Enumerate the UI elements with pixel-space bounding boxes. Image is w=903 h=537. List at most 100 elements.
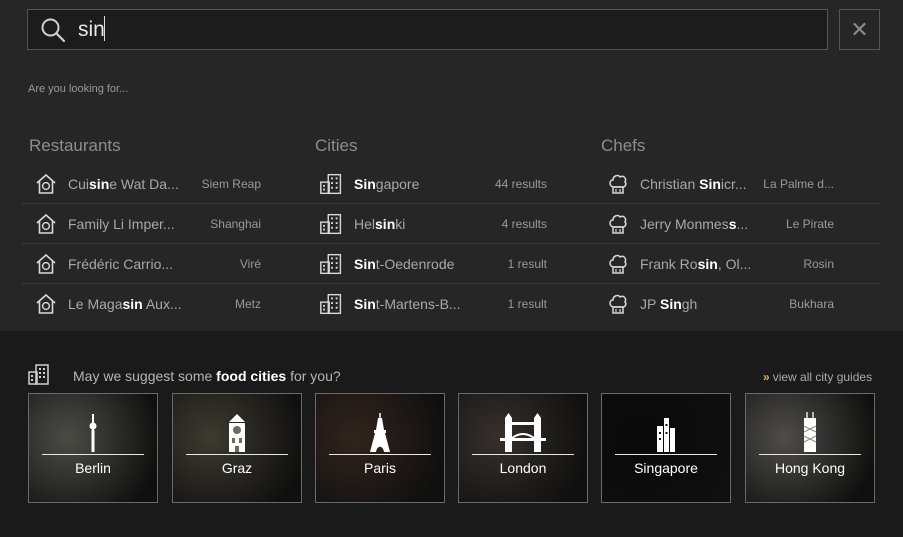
restaurants-result-item[interactable]: Frédéric Carrio... Viré <box>22 244 308 284</box>
cities-result-item[interactable]: Sint-Martens-B... 1 result <box>308 284 594 324</box>
result-name-text: JP <box>640 296 660 312</box>
result-meta: Siem Reap <box>201 176 261 191</box>
city-card[interactable]: Paris <box>315 393 445 503</box>
result-name: Sint-Oedenrode <box>354 256 454 272</box>
chefs-result-item[interactable]: JP Singh Bukhara <box>594 284 881 324</box>
cities-result-item[interactable]: Singapore 44 results <box>308 164 594 204</box>
result-meta: Rosin <box>803 256 834 271</box>
close-button[interactable]: ✕ <box>839 9 880 50</box>
suggest-text-pre: May we suggest some <box>73 368 217 384</box>
result-meta: 1 result <box>507 297 547 311</box>
restaurant-icon <box>32 212 60 236</box>
city-card-name: London <box>499 460 547 476</box>
search-bar[interactable] <box>27 9 828 50</box>
result-name: JP Singh <box>640 296 697 312</box>
result-name-text: e Wat Da... <box>109 175 179 192</box>
city-card-divider <box>615 454 717 455</box>
result-name-text: Hel <box>354 215 376 232</box>
result-name-text: t-Oedenrode <box>375 255 455 272</box>
cities-result-item[interactable]: Helsinki 4 results <box>308 204 594 244</box>
city-card-name: Hong Kong <box>774 460 846 476</box>
tower-bridge-icon <box>459 412 587 452</box>
result-name-text: Frank Ro <box>640 255 698 272</box>
search-icon <box>41 18 66 43</box>
result-meta: 4 results <box>501 216 547 231</box>
city-icon <box>318 212 346 236</box>
restaurant-icon <box>32 292 60 316</box>
result-name: Frank Rosin, Ol... <box>640 256 751 272</box>
result-name-text: ... <box>736 215 749 232</box>
result-name: Singapore <box>354 176 419 192</box>
result-meta: 1 result <box>507 256 547 271</box>
result-name-match: sin <box>122 296 143 312</box>
result-name: Family Li Imper... <box>68 216 175 232</box>
city-buildings-icon <box>28 364 49 385</box>
result-name-text: icr... <box>720 175 747 192</box>
city-card[interactable]: Hong Kong <box>745 393 875 503</box>
close-icon: ✕ <box>850 16 869 42</box>
result-name: Sint-Martens-B... <box>354 296 461 312</box>
city-card[interactable]: Singapore <box>601 393 731 503</box>
view-all-label: view all city guides <box>772 370 873 384</box>
result-name: Helsinki <box>354 216 405 232</box>
result-name: Cuisine Wat Da... <box>68 176 179 192</box>
result-name-text: ki <box>395 215 406 232</box>
chef-hat-icon <box>604 292 632 316</box>
city-icon <box>318 172 346 196</box>
bank-tower-icon <box>746 412 874 452</box>
restaurants-result-item[interactable]: Le Magasin Aux... Metz <box>22 284 308 324</box>
city-card-divider <box>472 454 574 455</box>
result-name-text: gapore <box>375 175 420 192</box>
chefs-result-item[interactable]: Christian Sinicr... La Palme d... <box>594 164 881 204</box>
city-card-name: Graz <box>221 460 253 476</box>
suggest-text: May we suggest some food cities for you? <box>73 368 341 384</box>
result-meta: Shanghai <box>210 216 261 231</box>
result-name-match: Sin <box>699 175 721 192</box>
city-card[interactable]: Graz <box>172 393 302 503</box>
result-name-match: Sin <box>354 175 376 192</box>
restaurant-icon <box>32 252 60 276</box>
column-title-cities: Cities <box>315 136 358 155</box>
result-name-text: Family Li Imper... <box>68 215 175 232</box>
city-card-divider <box>42 454 144 455</box>
restaurants-result-item[interactable]: Family Li Imper... Shanghai <box>22 204 308 244</box>
column-title-restaurants: Restaurants <box>29 136 121 155</box>
city-icon <box>318 252 346 276</box>
text-caret <box>104 16 105 41</box>
result-name-match: sin <box>89 175 110 192</box>
result-name-match: sin <box>375 215 396 232</box>
clock-tower-icon <box>173 412 301 452</box>
search-input[interactable] <box>78 17 798 43</box>
result-name-match: Sin <box>354 296 376 312</box>
city-card-name: Paris <box>364 460 396 476</box>
result-name-text: Jerry Monmes <box>640 215 729 232</box>
result-meta: Le Pirate <box>785 216 834 231</box>
result-name: Christian Sinicr... <box>640 176 747 192</box>
city-card[interactable]: London <box>458 393 588 503</box>
view-all-city-guides-link[interactable]: » view all city guides <box>763 370 872 384</box>
result-meta: Viré <box>239 256 261 271</box>
result-name-match: Sin <box>354 255 376 272</box>
restaurants-result-item[interactable]: Cuisine Wat Da... Siem Reap <box>22 164 308 204</box>
chef-hat-icon <box>604 252 632 276</box>
result-name-text: Frédéric Carrio... <box>68 255 174 272</box>
eiffel-tower-icon <box>316 412 444 452</box>
hint-text: Are you looking for... <box>28 83 129 95</box>
city-card-divider <box>329 454 431 455</box>
result-name-text: Cui <box>68 175 90 192</box>
result-meta: Metz <box>234 297 261 311</box>
chefs-result-item[interactable]: Frank Rosin, Ol... Rosin <box>594 244 881 284</box>
chefs-result-item[interactable]: Jerry Monmess... Le Pirate <box>594 204 881 244</box>
restaurant-icon <box>32 172 60 196</box>
result-name-text: Le Maga <box>68 296 123 312</box>
result-name: Frédéric Carrio... <box>68 256 173 272</box>
result-name-text: Aux... <box>142 296 182 312</box>
cities-result-item[interactable]: Sint-Oedenrode 1 result <box>308 244 594 284</box>
suggest-text-post: for you? <box>286 368 341 384</box>
city-card[interactable]: Berlin <box>28 393 158 503</box>
result-name: Le Magasin Aux... <box>68 296 182 312</box>
tv-tower-icon <box>29 412 157 452</box>
column-title-chefs: Chefs <box>601 136 646 155</box>
result-name: Jerry Monmess... <box>640 216 748 232</box>
result-meta: Bukhara <box>789 297 834 311</box>
